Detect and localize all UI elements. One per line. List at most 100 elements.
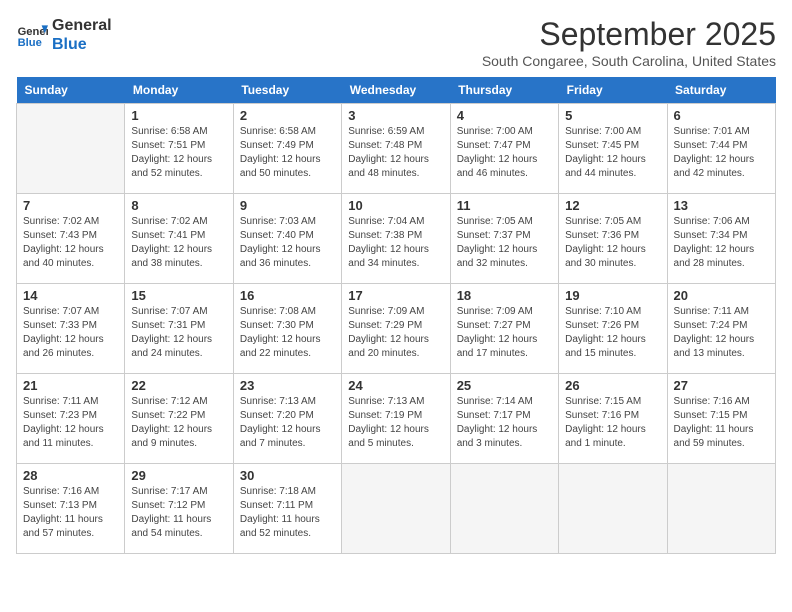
empty-cell [17, 104, 125, 194]
day-info: Sunrise: 7:05 AM Sunset: 7:36 PM Dayligh… [565, 215, 660, 271]
day-cell-17: 17 Sunrise: 7:09 AM Sunset: 7:29 PM Dayli… [342, 284, 450, 374]
weekday-header-saturday: Saturday [667, 77, 775, 104]
day-cell-7: 7Sunrise: 7:02 AM Sunset: 7:43 PM Daylig… [17, 194, 125, 284]
day-info: Sunrise: 7:00 AM Sunset: 7:47 PM Dayligh… [457, 125, 552, 181]
day-info: Sunrise: 6:58 AM Sunset: 7:49 PM Dayligh… [240, 125, 335, 181]
weekday-header-wednesday: Wednesday [342, 77, 450, 104]
day-number: 10 [348, 198, 443, 213]
svg-text:Blue: Blue [18, 37, 42, 49]
day-cell-23: 23 Sunrise: 7:13 AM Sunset: 7:20 PM Dayli… [233, 374, 341, 464]
day-info: Sunrise: 7:03 AM Sunset: 7:40 PM Dayligh… [240, 215, 335, 271]
day-info: Sunrise: 7:13 AM Sunset: 7:19 PM Dayligh… [348, 395, 443, 451]
day-info: Sunrise: 7:11 AM Sunset: 7:24 PM Dayligh… [674, 305, 769, 361]
day-number: 27 [674, 378, 769, 393]
day-info: Sunrise: 7:10 AM Sunset: 7:26 PM Dayligh… [565, 305, 660, 361]
week-row-2: 7Sunrise: 7:02 AM Sunset: 7:43 PM Daylig… [17, 194, 776, 284]
day-info: Sunrise: 7:09 AM Sunset: 7:29 PM Dayligh… [348, 305, 443, 361]
day-number: 16 [240, 288, 335, 303]
day-number: 15 [131, 288, 226, 303]
day-info: Sunrise: 7:01 AM Sunset: 7:44 PM Dayligh… [674, 125, 769, 181]
day-info: Sunrise: 7:07 AM Sunset: 7:31 PM Dayligh… [131, 305, 226, 361]
day-number: 25 [457, 378, 552, 393]
day-number: 4 [457, 108, 552, 123]
title-block: September 2025 South Congaree, South Car… [482, 16, 776, 69]
day-number: 24 [348, 378, 443, 393]
weekday-header-tuesday: Tuesday [233, 77, 341, 104]
weekday-header-friday: Friday [559, 77, 667, 104]
day-cell-27: 27 Sunrise: 7:16 AM Sunset: 7:15 PM Dayli… [667, 374, 775, 464]
logo-icon: General Blue [16, 19, 48, 51]
empty-cell [450, 464, 558, 554]
day-info: Sunrise: 7:04 AM Sunset: 7:38 PM Dayligh… [348, 215, 443, 271]
day-info: Sunrise: 7:06 AM Sunset: 7:34 PM Dayligh… [674, 215, 769, 271]
day-info: Sunrise: 7:15 AM Sunset: 7:16 PM Dayligh… [565, 395, 660, 451]
day-cell-9: 9 Sunrise: 7:03 AM Sunset: 7:40 PM Daylig… [233, 194, 341, 284]
day-info: Sunrise: 6:59 AM Sunset: 7:48 PM Dayligh… [348, 125, 443, 181]
day-info: Sunrise: 7:14 AM Sunset: 7:17 PM Dayligh… [457, 395, 552, 451]
day-cell-24: 24 Sunrise: 7:13 AM Sunset: 7:19 PM Dayli… [342, 374, 450, 464]
day-cell-5: 5 Sunrise: 7:00 AM Sunset: 7:45 PM Daylig… [559, 104, 667, 194]
day-cell-15: 15 Sunrise: 7:07 AM Sunset: 7:31 PM Dayli… [125, 284, 233, 374]
day-cell-20: 20 Sunrise: 7:11 AM Sunset: 7:24 PM Dayli… [667, 284, 775, 374]
logo-general: General [52, 16, 112, 35]
day-number: 20 [674, 288, 769, 303]
day-cell-21: 21 Sunrise: 7:11 AM Sunset: 7:23 PM Dayli… [17, 374, 125, 464]
empty-cell [342, 464, 450, 554]
day-number: 30 [240, 468, 335, 483]
page-header: General Blue General Blue September 2025… [16, 16, 776, 69]
day-number: 22 [131, 378, 226, 393]
day-number: 11 [457, 198, 552, 213]
day-cell-28: 28 Sunrise: 7:16 AM Sunset: 7:13 PM Dayli… [17, 464, 125, 554]
day-number: 9 [240, 198, 335, 213]
day-info: Sunrise: 7:13 AM Sunset: 7:20 PM Dayligh… [240, 395, 335, 451]
day-cell-26: 26Sunrise: 7:15 AM Sunset: 7:16 PM Dayli… [559, 374, 667, 464]
day-info: Sunrise: 7:16 AM Sunset: 7:13 PM Dayligh… [23, 485, 118, 541]
weekday-header-thursday: Thursday [450, 77, 558, 104]
day-cell-18: 18 Sunrise: 7:09 AM Sunset: 7:27 PM Dayli… [450, 284, 558, 374]
day-cell-1: 1Sunrise: 6:58 AM Sunset: 7:51 PM Daylig… [125, 104, 233, 194]
calendar-table: SundayMondayTuesdayWednesdayThursdayFrid… [16, 77, 776, 554]
day-number: 6 [674, 108, 769, 123]
week-row-1: 1Sunrise: 6:58 AM Sunset: 7:51 PM Daylig… [17, 104, 776, 194]
day-number: 13 [674, 198, 769, 213]
day-cell-25: 25 Sunrise: 7:14 AM Sunset: 7:17 PM Dayli… [450, 374, 558, 464]
empty-cell [667, 464, 775, 554]
day-info: Sunrise: 7:16 AM Sunset: 7:15 PM Dayligh… [674, 395, 769, 451]
day-cell-13: 13 Sunrise: 7:06 AM Sunset: 7:34 PM Dayli… [667, 194, 775, 284]
weekday-header-sunday: Sunday [17, 77, 125, 104]
day-info: Sunrise: 7:18 AM Sunset: 7:11 PM Dayligh… [240, 485, 335, 541]
day-cell-11: 11Sunrise: 7:05 AM Sunset: 7:37 PM Dayli… [450, 194, 558, 284]
day-cell-19: 19 Sunrise: 7:10 AM Sunset: 7:26 PM Dayli… [559, 284, 667, 374]
day-info: Sunrise: 7:02 AM Sunset: 7:43 PM Dayligh… [23, 215, 118, 271]
day-number: 29 [131, 468, 226, 483]
day-cell-6: 6 Sunrise: 7:01 AM Sunset: 7:44 PM Daylig… [667, 104, 775, 194]
location: South Congaree, South Carolina, United S… [482, 53, 776, 69]
day-cell-4: 4 Sunrise: 7:00 AM Sunset: 7:47 PM Daylig… [450, 104, 558, 194]
day-number: 28 [23, 468, 118, 483]
day-number: 17 [348, 288, 443, 303]
day-number: 8 [131, 198, 226, 213]
week-row-4: 21 Sunrise: 7:11 AM Sunset: 7:23 PM Dayli… [17, 374, 776, 464]
day-info: Sunrise: 7:07 AM Sunset: 7:33 PM Dayligh… [23, 305, 118, 361]
day-number: 18 [457, 288, 552, 303]
day-info: Sunrise: 7:00 AM Sunset: 7:45 PM Dayligh… [565, 125, 660, 181]
day-info: Sunrise: 7:11 AM Sunset: 7:23 PM Dayligh… [23, 395, 118, 451]
day-cell-14: 14Sunrise: 7:07 AM Sunset: 7:33 PM Dayli… [17, 284, 125, 374]
day-info: Sunrise: 7:09 AM Sunset: 7:27 PM Dayligh… [457, 305, 552, 361]
day-cell-30: 30 Sunrise: 7:18 AM Sunset: 7:11 PM Dayli… [233, 464, 341, 554]
day-cell-12: 12Sunrise: 7:05 AM Sunset: 7:36 PM Dayli… [559, 194, 667, 284]
day-info: Sunrise: 7:02 AM Sunset: 7:41 PM Dayligh… [131, 215, 226, 271]
day-number: 19 [565, 288, 660, 303]
day-number: 23 [240, 378, 335, 393]
day-info: Sunrise: 7:08 AM Sunset: 7:30 PM Dayligh… [240, 305, 335, 361]
day-number: 2 [240, 108, 335, 123]
day-number: 1 [131, 108, 226, 123]
empty-cell [559, 464, 667, 554]
day-cell-10: 10 Sunrise: 7:04 AM Sunset: 7:38 PM Dayli… [342, 194, 450, 284]
day-cell-8: 8 Sunrise: 7:02 AM Sunset: 7:41 PM Daylig… [125, 194, 233, 284]
day-number: 5 [565, 108, 660, 123]
day-cell-29: 29Sunrise: 7:17 AM Sunset: 7:12 PM Dayli… [125, 464, 233, 554]
weekday-header-monday: Monday [125, 77, 233, 104]
day-cell-16: 16 Sunrise: 7:08 AM Sunset: 7:30 PM Dayli… [233, 284, 341, 374]
day-number: 21 [23, 378, 118, 393]
